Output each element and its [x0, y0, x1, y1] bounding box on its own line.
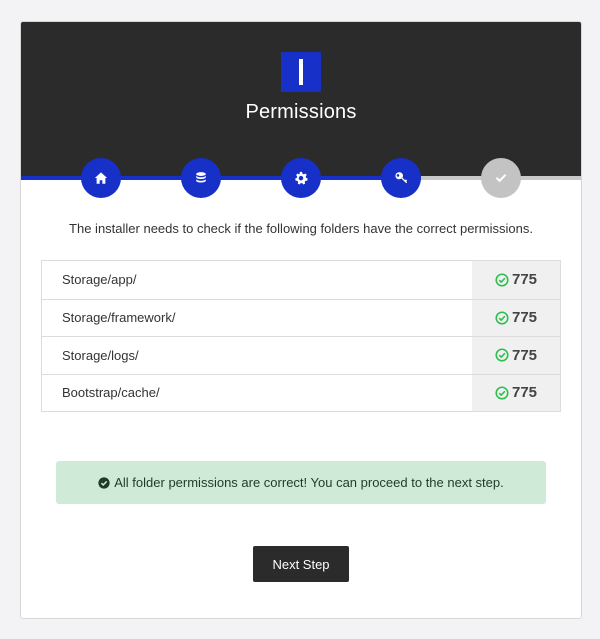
logo-bar: [299, 59, 303, 85]
success-alert: All folder permissions are correct! You …: [56, 461, 546, 504]
permission-value: 775: [472, 337, 560, 374]
permissions-table: Storage/app/ 775 Storage/framework/ 775 …: [41, 260, 561, 412]
key-icon: [395, 172, 408, 184]
step-welcome[interactable]: [81, 158, 121, 198]
folder-path: Storage/app/: [62, 272, 137, 288]
table-row: Storage/logs/ 775: [42, 336, 560, 374]
installer-header: Permissions: [21, 22, 581, 178]
check-icon: [495, 174, 507, 183]
page-title: Permissions: [245, 101, 357, 123]
gear-icon: [295, 171, 308, 185]
permission-number: 775: [511, 384, 538, 402]
alert-text: All folder permissions are correct! You …: [114, 475, 504, 490]
table-row: Bootstrap/cache/ 775: [42, 373, 560, 411]
folder-path: Storage/logs/: [62, 347, 139, 363]
table-row: Storage/app/ 775: [42, 261, 560, 299]
table-row: Storage/framework/ 775: [42, 298, 560, 336]
permission-number: 775: [511, 271, 538, 289]
check-circle-icon: [495, 311, 509, 325]
step-environment[interactable]: [381, 158, 421, 198]
step-requirements[interactable]: [181, 158, 221, 198]
installer-card: Permissions The installer needs to check…: [20, 21, 582, 619]
permission-number: 775: [511, 309, 538, 327]
check-circle-icon: [495, 386, 509, 400]
permission-number: 775: [511, 346, 538, 364]
check-circle-icon: [495, 273, 509, 287]
step-permissions[interactable]: [281, 158, 321, 198]
permission-value: 775: [472, 299, 560, 336]
permission-value: 775: [472, 261, 560, 299]
check-circle-icon: [98, 476, 110, 489]
folder-path: Bootstrap/cache/: [62, 385, 160, 401]
database-icon: [196, 172, 206, 183]
check-circle-icon: [495, 348, 509, 362]
installer-logo-icon: [281, 52, 321, 92]
home-icon: [94, 172, 108, 184]
permission-value: 775: [472, 374, 560, 411]
folder-path: Storage/framework/: [62, 310, 176, 326]
intro-text: The installer needs to check if the foll…: [69, 221, 533, 236]
next-step-button[interactable]: Next Step: [253, 546, 349, 582]
step-final[interactable]: [481, 158, 521, 198]
